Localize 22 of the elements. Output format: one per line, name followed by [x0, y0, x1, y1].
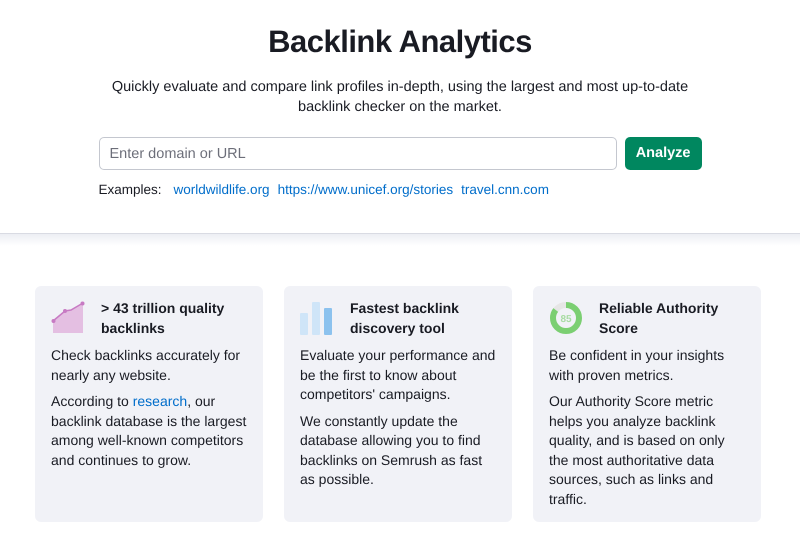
example-link[interactable]: worldwildlife.org: [174, 180, 270, 200]
example-link[interactable]: travel.cnn.com: [461, 180, 549, 200]
feature-text: Check backlinks accurately for nearly any website.: [51, 346, 242, 385]
feature-text: Be confident in your insights with proven metrics.: [549, 346, 726, 385]
feature-title: Reliable Authority Score: [599, 299, 720, 338]
example-link[interactable]: https://www.unicef.org/stories: [278, 180, 454, 200]
feature-title: > 43 trillion quality backlinks: [101, 299, 226, 338]
domain-input-field[interactable]: Enter domain or URL: [98, 137, 617, 170]
feature-text: According to research, our backlink database is the largest among well-known competitors and continues to grow.: [51, 392, 247, 470]
feature-text: Our Authority Score metric helps you analyze backlink quality, and is based on only the most authoritative data sources, such as links and traffic.: [549, 392, 726, 508]
page-title: Backlink Analytics: [267, 23, 533, 61]
feature-text: Evaluate your performance and be the first to know about competitors' campaigns.: [300, 346, 496, 404]
feature-text: We constantly update the database allowing you to find backlinks on Semrush as fast as possible.: [300, 412, 484, 489]
page-subtitle: Quickly evaluate and compare link profiles in-depth, using the largest and most up-to-date backlink checker on the market.: [110, 78, 690, 117]
research-link[interactable]: research: [132, 393, 188, 409]
analyze-button[interactable]: Analyze: [624, 137, 702, 170]
bar-chart-icon: [300, 301, 334, 335]
score-ring-icon: [550, 302, 582, 334]
examples-label: Examples:: [98, 181, 162, 199]
feature-title: Fastest backlink discovery tool: [350, 299, 460, 338]
area-chart-icon: [51, 301, 85, 335]
score-value: 85: [560, 314, 572, 325]
